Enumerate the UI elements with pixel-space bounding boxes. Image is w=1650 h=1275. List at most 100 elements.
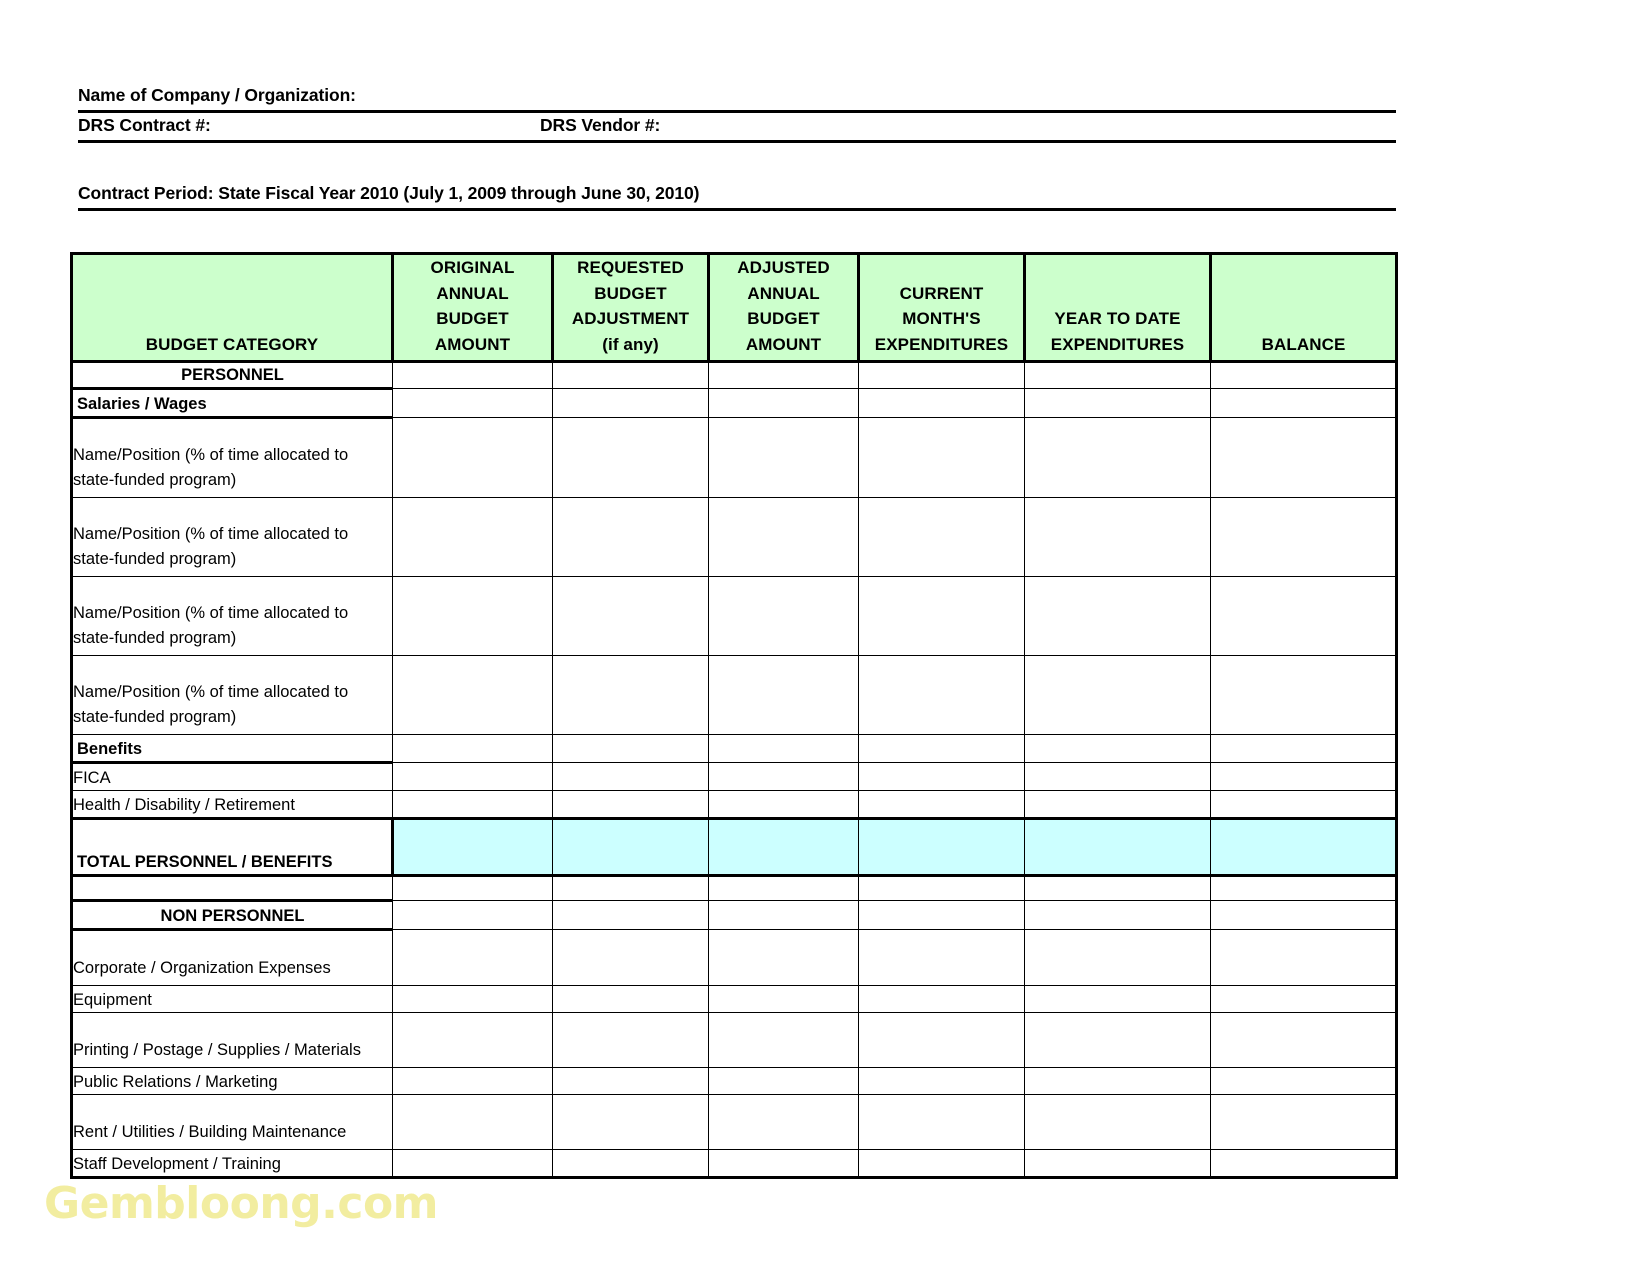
cell-ytd-name-position-1[interactable]	[1024, 417, 1211, 498]
cell-requested-name-position-1[interactable]	[552, 417, 709, 498]
cell-balance-name-position-2[interactable]	[1210, 497, 1398, 577]
cell-current-personnel-heading[interactable]	[858, 361, 1025, 389]
cell-ytd-staff-development[interactable]	[1024, 1149, 1211, 1179]
cell-adjusted-total-personnel[interactable]	[708, 817, 859, 877]
cell-balance-equipment[interactable]	[1210, 985, 1398, 1013]
cell-requested-staff-development[interactable]	[552, 1149, 709, 1179]
field-contract-vendor[interactable]: DRS Contract #: DRS Vendor #:	[78, 114, 1396, 143]
cell-ytd-printing-postage[interactable]	[1024, 1012, 1211, 1068]
cell-current-salaries-wages[interactable]	[858, 388, 1025, 418]
cell-ytd-corporate-expenses[interactable]	[1024, 929, 1211, 986]
cell-balance-spacer-1[interactable]	[1210, 875, 1398, 901]
cell-requested-non-personnel-heading[interactable]	[552, 900, 709, 930]
cell-requested-equipment[interactable]	[552, 985, 709, 1013]
cell-current-printing-postage[interactable]	[858, 1012, 1025, 1068]
cell-adjusted-health-disability[interactable]	[708, 790, 859, 819]
cell-requested-public-relations[interactable]	[552, 1067, 709, 1095]
cell-adjusted-spacer-1[interactable]	[708, 875, 859, 901]
cell-original-salaries-wages[interactable]	[392, 388, 553, 418]
cell-current-spacer-1[interactable]	[858, 875, 1025, 901]
cell-adjusted-public-relations[interactable]	[708, 1067, 859, 1095]
cell-current-rent-utilities[interactable]	[858, 1094, 1025, 1150]
cell-ytd-salaries-wages[interactable]	[1024, 388, 1211, 418]
cell-requested-printing-postage[interactable]	[552, 1012, 709, 1068]
cell-balance-salaries-wages[interactable]	[1210, 388, 1398, 418]
cell-ytd-spacer-1[interactable]	[1024, 875, 1211, 901]
cell-original-benefits[interactable]	[392, 734, 553, 763]
cell-balance-total-personnel[interactable]	[1210, 817, 1398, 877]
cell-balance-corporate-expenses[interactable]	[1210, 929, 1398, 986]
cell-original-name-position-3[interactable]	[392, 576, 553, 656]
cell-balance-fica[interactable]	[1210, 762, 1398, 791]
cell-original-personnel-heading[interactable]	[392, 361, 553, 389]
cell-current-name-position-2[interactable]	[858, 497, 1025, 577]
cell-ytd-health-disability[interactable]	[1024, 790, 1211, 819]
cell-current-name-position-4[interactable]	[858, 655, 1025, 735]
cell-balance-health-disability[interactable]	[1210, 790, 1398, 819]
cell-requested-benefits[interactable]	[552, 734, 709, 763]
cell-adjusted-name-position-4[interactable]	[708, 655, 859, 735]
cell-balance-name-position-4[interactable]	[1210, 655, 1398, 735]
cell-balance-benefits[interactable]	[1210, 734, 1398, 763]
cell-adjusted-printing-postage[interactable]	[708, 1012, 859, 1068]
cell-original-name-position-2[interactable]	[392, 497, 553, 577]
cell-requested-rent-utilities[interactable]	[552, 1094, 709, 1150]
cell-balance-name-position-1[interactable]	[1210, 417, 1398, 498]
cell-adjusted-staff-development[interactable]	[708, 1149, 859, 1179]
cell-balance-personnel-heading[interactable]	[1210, 361, 1398, 389]
cell-ytd-public-relations[interactable]	[1024, 1067, 1211, 1095]
cell-ytd-name-position-3[interactable]	[1024, 576, 1211, 656]
cell-adjusted-personnel-heading[interactable]	[708, 361, 859, 389]
cell-adjusted-corporate-expenses[interactable]	[708, 929, 859, 986]
cell-adjusted-benefits[interactable]	[708, 734, 859, 763]
cell-current-equipment[interactable]	[858, 985, 1025, 1013]
cell-original-public-relations[interactable]	[392, 1067, 553, 1095]
cell-ytd-name-position-2[interactable]	[1024, 497, 1211, 577]
cell-current-benefits[interactable]	[858, 734, 1025, 763]
cell-requested-fica[interactable]	[552, 762, 709, 791]
cell-requested-salaries-wages[interactable]	[552, 388, 709, 418]
cell-original-fica[interactable]	[392, 762, 553, 791]
cell-original-spacer-1[interactable]	[392, 875, 553, 901]
cell-balance-staff-development[interactable]	[1210, 1149, 1398, 1179]
cell-original-name-position-4[interactable]	[392, 655, 553, 735]
cell-ytd-non-personnel-heading[interactable]	[1024, 900, 1211, 930]
cell-adjusted-fica[interactable]	[708, 762, 859, 791]
cell-requested-total-personnel[interactable]	[552, 817, 709, 877]
cell-original-health-disability[interactable]	[392, 790, 553, 819]
cell-ytd-total-personnel[interactable]	[1024, 817, 1211, 877]
cell-adjusted-equipment[interactable]	[708, 985, 859, 1013]
cell-current-total-personnel[interactable]	[858, 817, 1025, 877]
cell-current-fica[interactable]	[858, 762, 1025, 791]
cell-adjusted-salaries-wages[interactable]	[708, 388, 859, 418]
cell-original-name-position-1[interactable]	[392, 417, 553, 498]
cell-requested-spacer-1[interactable]	[552, 875, 709, 901]
cell-balance-non-personnel-heading[interactable]	[1210, 900, 1398, 930]
cell-current-public-relations[interactable]	[858, 1067, 1025, 1095]
cell-requested-name-position-3[interactable]	[552, 576, 709, 656]
cell-requested-name-position-2[interactable]	[552, 497, 709, 577]
cell-adjusted-name-position-3[interactable]	[708, 576, 859, 656]
cell-original-printing-postage[interactable]	[392, 1012, 553, 1068]
cell-adjusted-non-personnel-heading[interactable]	[708, 900, 859, 930]
field-contract-period[interactable]: Contract Period: State Fiscal Year 2010 …	[78, 182, 1396, 211]
cell-original-staff-development[interactable]	[392, 1149, 553, 1179]
cell-adjusted-name-position-1[interactable]	[708, 417, 859, 498]
cell-ytd-equipment[interactable]	[1024, 985, 1211, 1013]
cell-balance-name-position-3[interactable]	[1210, 576, 1398, 656]
cell-adjusted-rent-utilities[interactable]	[708, 1094, 859, 1150]
cell-current-health-disability[interactable]	[858, 790, 1025, 819]
cell-ytd-personnel-heading[interactable]	[1024, 361, 1211, 389]
cell-ytd-name-position-4[interactable]	[1024, 655, 1211, 735]
cell-requested-corporate-expenses[interactable]	[552, 929, 709, 986]
cell-current-name-position-1[interactable]	[858, 417, 1025, 498]
cell-balance-public-relations[interactable]	[1210, 1067, 1398, 1095]
cell-balance-printing-postage[interactable]	[1210, 1012, 1398, 1068]
cell-adjusted-name-position-2[interactable]	[708, 497, 859, 577]
cell-original-corporate-expenses[interactable]	[392, 929, 553, 986]
cell-current-name-position-3[interactable]	[858, 576, 1025, 656]
field-company-name[interactable]: Name of Company / Organization:	[78, 84, 1396, 113]
cell-current-staff-development[interactable]	[858, 1149, 1025, 1179]
cell-requested-health-disability[interactable]	[552, 790, 709, 819]
cell-original-non-personnel-heading[interactable]	[392, 900, 553, 930]
